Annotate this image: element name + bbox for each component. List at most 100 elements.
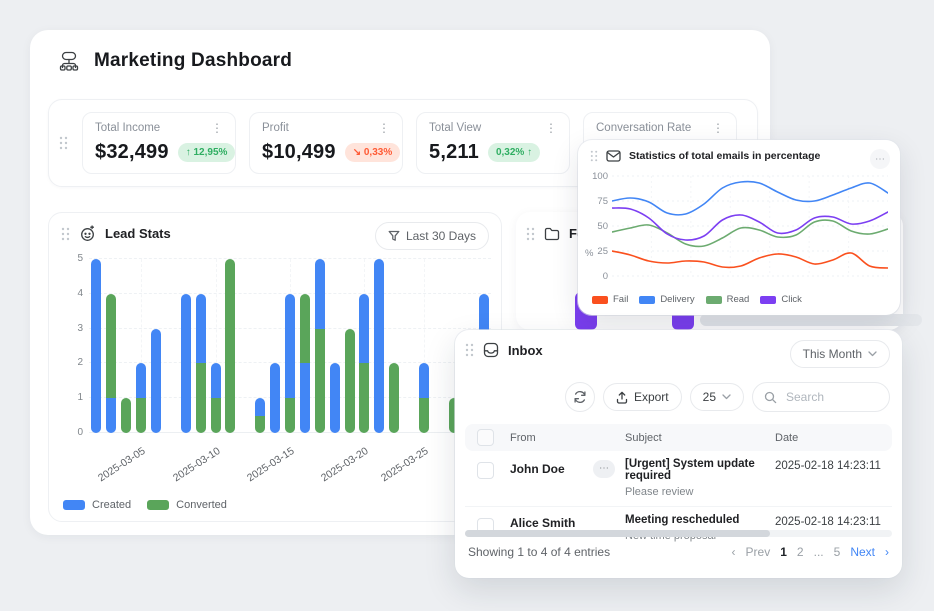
pagination-item[interactable]: Next [850,545,875,559]
kebab-menu-icon[interactable]: ⋮ [545,122,557,134]
sender-name: John Doe [510,462,565,476]
row-checkbox[interactable] [477,462,494,479]
lead-stats-card: Lead Stats Last 30 Days 012345 2025-03-0… [48,212,502,522]
kebab-menu-icon[interactable]: ⋮ [211,122,223,134]
scrollbar-thumb[interactable] [465,530,770,537]
pagination-item[interactable]: › [885,545,889,559]
x-tick-label: 2025-03-10 [157,445,222,493]
trend-badge: 0,32% ↑ [488,143,540,162]
bar-segment-converted [255,416,265,433]
y-tick-label: 3 [77,323,83,334]
column-header-from: From [510,432,625,444]
bar-segment-created [211,363,221,398]
bar-segment-created [270,363,280,433]
column-header-date: Date [775,432,892,444]
pagination-item[interactable]: 2 [797,545,804,559]
stat-card-total-view: Total View ⋮ 5,211 0,32% ↑ [416,112,570,174]
legend-item: Converted [147,499,227,511]
bar-segment-converted [106,294,116,398]
legend-label: Read [727,294,750,305]
legend-item: Click [760,294,802,305]
funnel-icon [388,230,400,242]
bar-segment-converted [345,329,355,433]
bar-segment-created [330,363,340,433]
date-filter-button[interactable]: Last 30 Days [375,222,489,250]
refresh-button[interactable] [565,382,595,412]
stat-title: Total View [429,122,481,134]
legend-color-chip [592,296,608,304]
line-series-delivery [612,182,888,215]
legend-color-chip [639,296,655,304]
bar-segment-created [315,259,325,329]
search-input[interactable] [784,389,888,405]
stat-value: $32,499 [95,141,169,164]
legend-label: Fail [613,294,628,305]
email-stats-panel: Statistics of total emails in percentage… [578,140,900,315]
pagination-item[interactable]: ‹ [732,545,736,559]
bar-segment-converted [136,398,146,433]
lead-x-axis: 2025-03-052025-03-102025-03-152025-03-20… [89,441,491,493]
table-header-row: From Subject Date [465,424,892,451]
chevron-down-icon [868,351,877,357]
x-tick-label: 2025-03-15 [231,445,296,493]
row-actions-button[interactable]: ⋯ [593,460,615,478]
drag-handle-icon[interactable] [465,343,474,357]
bar-segment-created [374,259,384,433]
drag-handle-icon[interactable] [59,136,68,150]
panel-menu-button[interactable]: ⋯ [870,149,890,169]
email-preview: Please review [625,486,775,498]
pagination-item[interactable]: ... [814,545,824,559]
y-tick-label: 25 [597,246,608,257]
table-row[interactable]: Alice Smith Meeting rescheduled New time… [465,507,892,550]
drag-handle-icon[interactable] [61,227,70,241]
line-series-fail [612,251,888,268]
email-y-axis-label: % [585,248,593,259]
pagination-item[interactable]: 1 [780,545,787,559]
bar-segment-created [106,398,116,433]
inbox-title: Inbox [508,343,543,358]
pagination-item[interactable]: 5 [834,545,841,559]
bar-segment-created [285,294,295,398]
lead-stats-title: Lead Stats [105,226,171,241]
drag-handle-icon[interactable] [526,227,535,241]
export-label: Export [634,390,669,404]
pagination-item[interactable]: Prev [746,545,771,559]
chevron-down-icon [722,394,731,400]
y-tick-label: 50 [597,221,608,232]
stat-card-total-income: Total Income ⋮ $32,499 ↑ 12,95% [82,112,236,174]
bar-segment-converted [389,363,399,433]
stat-title: Total Income [95,122,160,134]
page-size-select[interactable]: 25 [690,383,744,411]
trend-badge: ↑ 12,95% [178,143,236,162]
inbox-toolbar: Export 25 [565,382,890,412]
stat-value: $10,499 [262,141,336,164]
legend-item: Fail [592,294,628,305]
bar-segment-created [255,398,265,415]
date-filter-label: Last 30 Days [406,229,476,243]
bar-segment-converted [359,363,369,433]
search-icon [764,391,777,404]
bar-segment-created [136,363,146,398]
bar-segment-converted [315,329,325,433]
period-select[interactable]: This Month [790,340,890,368]
bar-segment-created [419,363,429,398]
legend-label: Converted [176,499,227,511]
legend-color-chip [760,296,776,304]
export-button[interactable]: Export [603,383,682,411]
legend-item: Read [706,294,750,305]
y-tick-label: 0 [77,427,83,438]
inbox-footer: Showing 1 to 4 of 4 entries ‹Prev12...5N… [468,545,889,559]
table-row[interactable]: John Doe ⋯ [Urgent] System update requir… [465,451,892,507]
hidden-scrollbar [700,314,922,326]
kebab-menu-icon[interactable]: ⋮ [378,122,390,134]
column-header-subject: Subject [625,432,775,444]
bar-segment-converted [211,398,221,433]
kebab-menu-icon[interactable]: ⋮ [712,122,724,134]
select-all-checkbox[interactable] [477,429,494,446]
drag-handle-icon[interactable] [590,150,598,162]
bar-segment-created [151,329,161,433]
email-subject: [Urgent] System update required [625,458,775,482]
page-size-value: 25 [703,390,716,404]
legend-item: Delivery [639,294,694,305]
email-date: 2025-02-18 14:23:11 [775,458,892,472]
